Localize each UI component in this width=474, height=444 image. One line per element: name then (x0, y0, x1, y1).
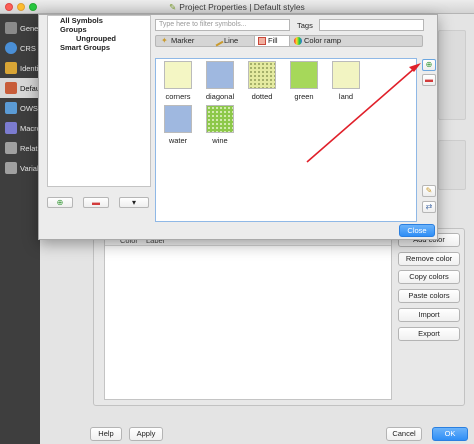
tab-color-ramp[interactable]: Color ramp (291, 36, 353, 46)
remove-symbol-button[interactable]: ▬ (422, 74, 436, 86)
style-manager-dialog: All Symbols Groups Ungrouped Smart Group… (38, 14, 438, 240)
edit-symbol-button[interactable]: ✎ (422, 185, 436, 197)
paste-colors-button[interactable]: Paste colors (398, 289, 460, 303)
remove-group-icon: ▬ (92, 198, 100, 207)
sidebar-item-crs[interactable]: CRS (0, 38, 40, 58)
add-symbol-button[interactable]: ⊕ (422, 59, 436, 71)
symbol-item[interactable]: corners (159, 61, 197, 101)
tree-item-smart-groups[interactable]: Smart Groups (60, 43, 110, 52)
styles-icon (5, 82, 17, 94)
tab-fill[interactable]: Fill (254, 36, 290, 46)
color-ramp-icon (294, 37, 302, 45)
sidebar-item-identify-layers[interactable]: Identify layers (0, 58, 40, 78)
globe-icon (5, 42, 17, 54)
symbol-list[interactable]: corners diagonal dotted green land water… (155, 58, 417, 222)
sidebar-item-macros[interactable]: Macros (0, 118, 40, 138)
general-icon (5, 22, 17, 34)
tab-marker[interactable]: ✦ Marker (158, 36, 210, 46)
symbol-preview (248, 61, 276, 89)
pencil-icon: ✎ (425, 186, 433, 195)
relations-icon (5, 142, 17, 154)
remove-color-button[interactable]: Remove color (398, 252, 460, 266)
symbol-preview (206, 105, 234, 133)
add-group-button[interactable]: ⊕ (47, 197, 73, 208)
background-panel (438, 30, 466, 120)
group-actions-menu[interactable]: ▾ (119, 197, 149, 208)
tags-input[interactable] (319, 19, 424, 31)
identify-icon (5, 62, 17, 74)
chevron-down-icon: ▾ (131, 198, 136, 207)
symbol-item[interactable]: diagonal (201, 61, 239, 101)
tree-item-groups[interactable]: Groups (60, 25, 87, 34)
remove-group-button[interactable]: ▬ (83, 197, 109, 208)
window-titlebar: ✎ Project Properties | Default styles (0, 0, 474, 14)
symbol-filter-input[interactable]: Type here to filter symbols... (155, 19, 290, 31)
cancel-button[interactable]: Cancel (386, 427, 422, 441)
close-dialog-button[interactable]: Close (399, 224, 435, 237)
symbol-preview (164, 61, 192, 89)
sidebar-item-variables[interactable]: Variables (0, 158, 40, 178)
sidebar-item-relations[interactable]: Relations (0, 138, 40, 158)
symbol-group-tree[interactable]: All Symbols Groups Ungrouped Smart Group… (47, 15, 151, 187)
symbol-preview (206, 61, 234, 89)
symbol-item[interactable]: land (327, 61, 365, 101)
symbol-item[interactable]: wine (201, 105, 239, 145)
window-title: ✎ Project Properties | Default styles (169, 2, 305, 12)
project-color-list[interactable]: Color Label (104, 233, 392, 400)
add-symbol-icon: ⊕ (425, 60, 433, 69)
sidebar-item-ows-server[interactable]: OWS server (0, 98, 40, 118)
help-button[interactable]: Help (90, 427, 122, 441)
ows-icon (5, 102, 17, 114)
export-button[interactable]: Export (398, 327, 460, 341)
background-panel (438, 140, 466, 190)
symbol-item[interactable]: green (285, 61, 323, 101)
copy-colors-button[interactable]: Copy colors (398, 270, 460, 284)
variables-icon (5, 162, 17, 174)
tags-label: Tags (297, 21, 313, 30)
macros-icon (5, 122, 17, 134)
ok-button[interactable]: OK (432, 427, 468, 441)
pencil-icon: ✎ (169, 2, 177, 12)
symbol-preview (332, 61, 360, 89)
apply-button[interactable]: Apply (129, 427, 163, 441)
symbol-preview (164, 105, 192, 133)
sidebar-item-general[interactable]: General (0, 18, 40, 38)
tree-item-ungrouped[interactable]: Ungrouped (76, 34, 116, 43)
symbol-item[interactable]: dotted (243, 61, 281, 101)
remove-symbol-icon: ▬ (425, 75, 433, 84)
sidebar-item-default-styles[interactable]: Default styles (0, 78, 40, 98)
fill-icon (258, 37, 266, 45)
add-group-icon: ⊕ (56, 198, 64, 207)
tree-item-all-symbols[interactable]: All Symbols (60, 16, 103, 25)
symbol-item[interactable]: water (159, 105, 197, 145)
tab-line[interactable]: Line (211, 35, 253, 47)
import-button[interactable]: Import (398, 308, 460, 322)
share-symbols-button[interactable]: ⇄ (422, 201, 436, 213)
share-icon: ⇄ (425, 202, 433, 211)
symbol-type-tabs: ✦ Marker Line Fill Color ramp (155, 35, 423, 47)
line-icon (212, 35, 224, 47)
symbol-preview (290, 61, 318, 89)
settings-sidebar: General CRS Identify layers Default styl… (0, 14, 40, 444)
marker-icon: ✦ (161, 36, 168, 45)
